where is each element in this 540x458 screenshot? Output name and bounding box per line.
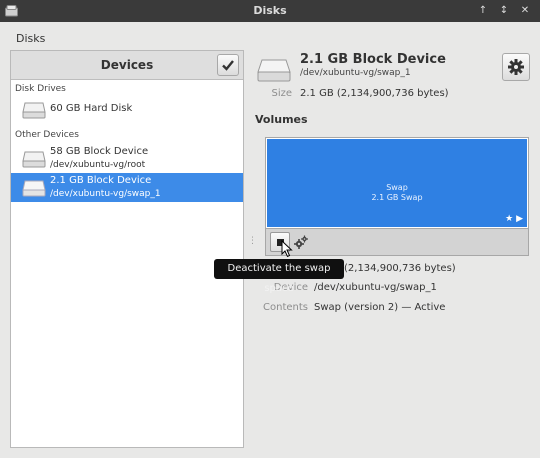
checkmark-icon bbox=[222, 60, 234, 71]
device-item-60gb[interactable]: 60 GB Hard Disk bbox=[11, 95, 243, 124]
device-path: /dev/xubuntu-vg/root bbox=[50, 160, 146, 170]
window-title: Disks bbox=[253, 4, 287, 17]
play-icon: ▶ bbox=[516, 214, 523, 224]
volume-toolbar bbox=[265, 229, 529, 256]
device-name: 60 GB Hard Disk bbox=[50, 103, 133, 114]
section-disk-drives: Disk Drives bbox=[15, 84, 66, 94]
volume-block-swap[interactable]: Swap 2.1 GB Swap ★ ▶ bbox=[267, 139, 527, 227]
volume-size: 2.1 GB Swap bbox=[371, 193, 423, 202]
device-item-58gb[interactable]: 58 GB Block Device /dev/xubuntu-vg/root bbox=[11, 144, 243, 173]
close-icon[interactable]: ✕ bbox=[518, 4, 532, 18]
drive-settings-button[interactable] bbox=[502, 53, 530, 81]
device-details: 2.1 GB Block Device /dev/xubuntu-vg/swap… bbox=[252, 50, 540, 450]
devices-title: Devices bbox=[100, 58, 154, 72]
devices-panel: Devices Disk Drives 60 GB Hard Disk Othe… bbox=[10, 50, 244, 448]
device-path: /dev/xubuntu-vg/swap_1 bbox=[300, 68, 411, 78]
section-other-devices: Other Devices bbox=[15, 130, 79, 140]
app-menu[interactable]: Disks bbox=[16, 32, 45, 45]
hard-disk-icon bbox=[257, 59, 291, 82]
devices-header: Devices bbox=[11, 51, 243, 80]
hard-disk-icon bbox=[22, 151, 46, 168]
disks-window: Disks ↑ ↕ ✕ Disks Devices Disk Drives 60… bbox=[0, 0, 540, 458]
device-title: 2.1 GB Block Device bbox=[300, 52, 446, 67]
mouse-cursor bbox=[281, 240, 293, 258]
device-name: 58 GB Block Device bbox=[50, 146, 149, 157]
size-value: 2.1 GB (2,134,900,736 bytes) bbox=[300, 88, 449, 99]
contents-value: Swap (version 2) — Active bbox=[314, 302, 446, 313]
star-icon: ★ bbox=[505, 214, 514, 224]
title-bar: Disks ↑ ↕ ✕ bbox=[0, 0, 540, 22]
volume-type: Swap bbox=[386, 183, 408, 192]
volume-badges: ★ ▶ bbox=[505, 214, 523, 224]
gear-icon bbox=[508, 59, 524, 75]
device-item-2gb[interactable]: 2.1 GB Block Device /dev/xubuntu-vg/swap… bbox=[11, 173, 243, 202]
hard-disk-icon bbox=[22, 102, 46, 119]
tooltip: Deactivate the swap space bbox=[214, 259, 344, 294]
hard-disk-icon bbox=[22, 180, 46, 197]
volume-map: Swap 2.1 GB Swap ★ ▶ bbox=[265, 137, 529, 229]
volumes-label: Volumes bbox=[255, 113, 308, 126]
select-mode-button[interactable] bbox=[217, 54, 239, 76]
partition-size-value: (2,134,900,736 bytes) bbox=[344, 263, 456, 274]
device-path: /dev/xubuntu-vg/swap_1 bbox=[50, 189, 161, 199]
device-name: 2.1 GB Block Device bbox=[50, 175, 152, 186]
restore-icon[interactable]: ↕ bbox=[497, 4, 511, 18]
device-value: /dev/xubuntu-vg/swap_1 bbox=[314, 282, 437, 293]
cog-icon[interactable] bbox=[293, 233, 309, 251]
contents-label: Contents bbox=[263, 302, 308, 313]
maximize-icon[interactable]: ↑ bbox=[476, 4, 490, 18]
size-label: Size bbox=[271, 88, 292, 99]
